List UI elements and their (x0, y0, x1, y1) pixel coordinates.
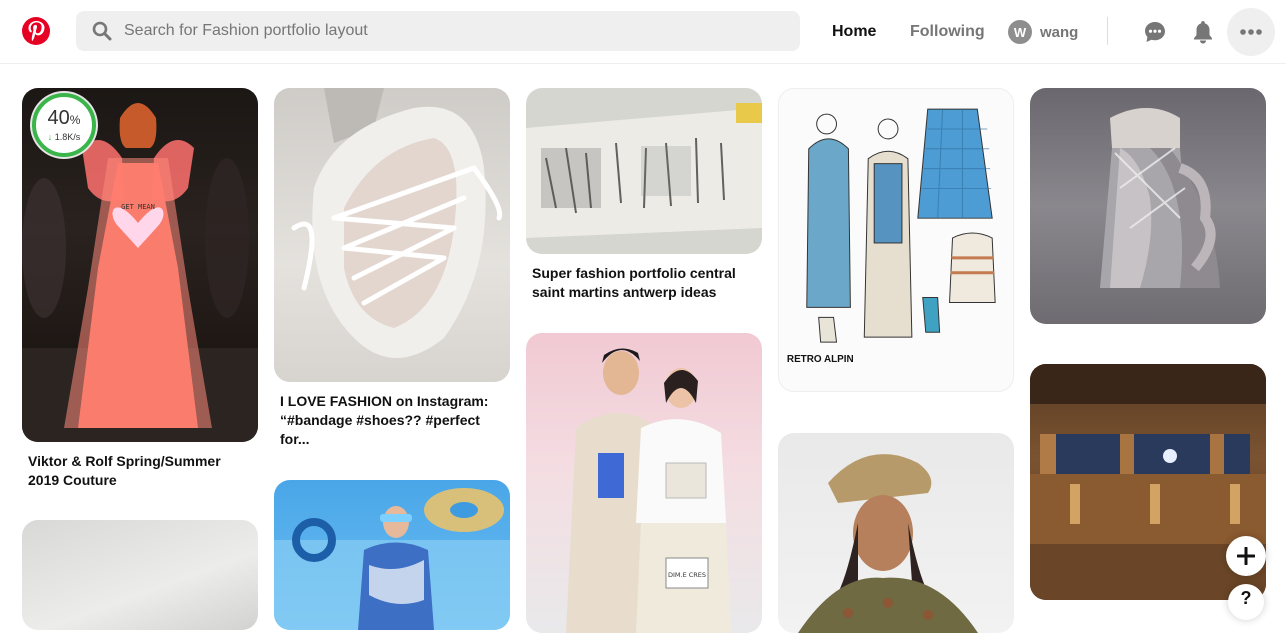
bell-icon (1194, 21, 1212, 44)
avatar: W (1008, 20, 1032, 44)
search-input[interactable] (124, 22, 724, 40)
pin-card[interactable]: GET MEAN 40% ↓ 1.8K/s Viktor & Rolf Spri… (22, 88, 258, 490)
help-button[interactable]: ? (1228, 584, 1264, 620)
pin-image[interactable] (274, 88, 510, 382)
help-label: ? (1240, 588, 1252, 608)
bag-label-text: DIM.E CRES (668, 571, 706, 579)
nav-following[interactable]: Following (898, 12, 997, 52)
pin-card[interactable] (778, 433, 1014, 633)
ellipsis-icon (1240, 29, 1262, 35)
pin-image[interactable]: DIM.E CRES (526, 333, 762, 633)
pin-image[interactable] (1030, 88, 1266, 324)
pin-card[interactable]: RETRO ALPIN (778, 88, 1014, 392)
download-rate: ↓ 1.8K/s (47, 132, 81, 142)
pin-image[interactable] (778, 433, 1014, 633)
heart-print-text: GET MEAN (121, 203, 155, 211)
user-profile-link[interactable]: W wang (1000, 12, 1086, 52)
couple-fashion-photo: DIM.E CRES (566, 348, 731, 633)
nav-home[interactable]: Home (820, 12, 888, 52)
pin-image[interactable] (22, 520, 258, 630)
chat-icon (1145, 22, 1165, 42)
download-progress-badge: 40% ↓ 1.8K/s (32, 93, 96, 157)
more-options-button[interactable] (1227, 8, 1275, 56)
dress-mannequin-photo (1100, 108, 1220, 288)
pin-card[interactable] (274, 480, 510, 630)
pin-image[interactable]: GET MEAN 40% ↓ 1.8K/s (22, 88, 258, 442)
sketchbook-photo (526, 103, 762, 238)
pin-image[interactable] (274, 480, 510, 630)
pin-card[interactable]: I LOVE FASHION on Instagram: “#bandage #… (274, 88, 510, 449)
notifications-button[interactable] (1179, 8, 1227, 56)
pin-card[interactable] (22, 520, 258, 630)
pinterest-logo-icon[interactable] (22, 17, 50, 45)
man-bucket-hat-photo (798, 454, 978, 633)
pinterest-p-glyph (28, 21, 45, 42)
retro-alpin-text: RETRO ALPIN (787, 354, 854, 365)
pin-caption[interactable]: Viktor & Rolf Spring/Summer 2019 Couture (22, 452, 258, 490)
search-icon (92, 21, 112, 41)
pin-caption[interactable]: Super fashion portfolio central saint ma… (526, 264, 762, 302)
messages-button[interactable] (1131, 8, 1179, 56)
header-divider (1107, 17, 1108, 45)
retro-alpin-illustration: RETRO ALPIN (787, 108, 996, 365)
user-name: wang (1040, 23, 1079, 41)
pin-image[interactable]: RETRO ALPIN (778, 88, 1014, 392)
top-header: Home Following W wang (0, 0, 1286, 64)
plus-icon (1237, 547, 1255, 565)
progress-percent: 40% (47, 107, 81, 129)
laced-shoe-photo (291, 88, 503, 358)
pin-caption[interactable]: I LOVE FASHION on Instagram: “#bandage #… (274, 392, 510, 449)
pin-card[interactable] (1030, 88, 1266, 324)
pin-card[interactable]: Super fashion portfolio central saint ma… (526, 88, 762, 302)
blue-fashion-photo (274, 488, 510, 630)
pin-card[interactable]: DIM.E CRES (526, 333, 762, 633)
search-bar[interactable] (76, 11, 800, 51)
pin-image[interactable] (526, 88, 762, 254)
add-pin-button[interactable] (1226, 536, 1266, 576)
